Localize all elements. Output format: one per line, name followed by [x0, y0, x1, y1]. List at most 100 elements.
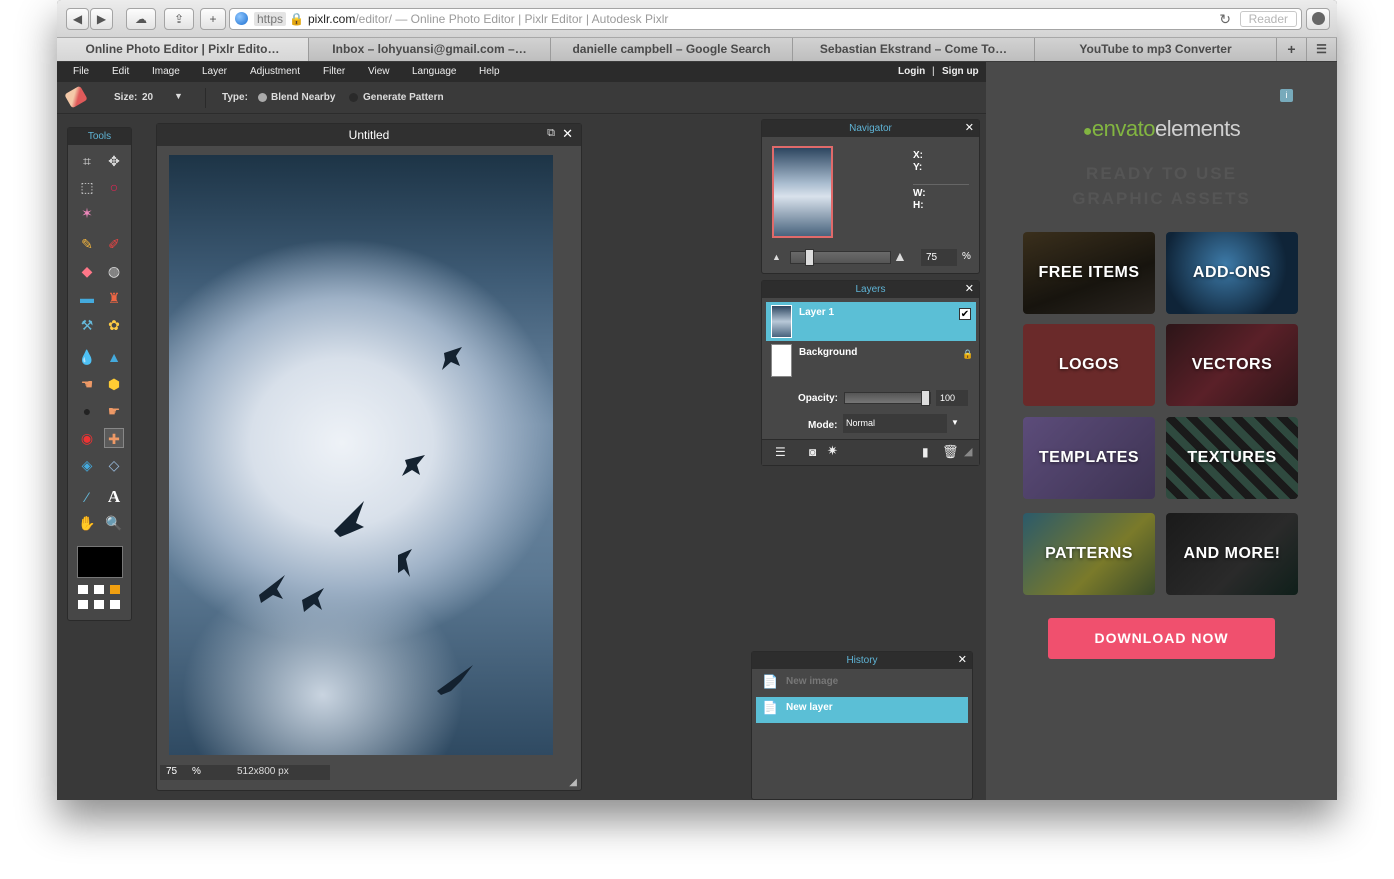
tile-vectors[interactable]: VECTORS: [1166, 324, 1298, 406]
tab-inbox[interactable]: Inbox – lohyuansi@gmail.com –…: [309, 38, 551, 61]
tile-templates[interactable]: TEMPLATES: [1023, 417, 1155, 499]
crop-tool-icon[interactable]: ⌗: [77, 151, 97, 171]
bloat-tool-icon[interactable]: ◈: [77, 455, 97, 475]
tab-pixlr[interactable]: Online Photo Editor | Pixlr Edito…: [57, 38, 309, 61]
background-layer-name[interactable]: Background: [799, 347, 857, 358]
spot-heal-tool-icon[interactable]: ✚: [104, 428, 124, 448]
layer-settings-icon[interactable]: ☰: [775, 445, 786, 459]
history-close-icon[interactable]: ✕: [958, 654, 967, 666]
red-eye-tool-icon[interactable]: ◉: [77, 428, 97, 448]
generate-pattern-radio[interactable]: [349, 93, 358, 102]
new-tab-button[interactable]: +: [200, 8, 226, 30]
layer-row-layer-1[interactable]: [766, 302, 976, 341]
swatch-white-5[interactable]: [110, 600, 120, 609]
zoom-out-icon[interactable]: ▲: [772, 252, 781, 262]
brush-tool-icon[interactable]: ✐: [104, 234, 124, 254]
tab-overview-icon[interactable]: ☰: [1307, 38, 1337, 61]
nav-zoom-input[interactable]: 75: [921, 249, 957, 266]
burn-tool-icon[interactable]: ☛: [104, 401, 124, 421]
new-layer-icon[interactable]: ▮: [922, 445, 929, 459]
mode-dropdown-icon[interactable]: ▼: [951, 418, 959, 427]
wand-tool-icon[interactable]: ✶: [77, 203, 97, 223]
delete-layer-icon[interactable]: 🗑: [942, 444, 959, 460]
swatch-white-2[interactable]: [94, 585, 104, 594]
ad-info-icon[interactable]: i: [1280, 89, 1293, 102]
color-swatch[interactable]: [77, 546, 123, 578]
layer-mask-icon[interactable]: ◙: [809, 445, 816, 459]
history-item-new-image[interactable]: New image: [786, 676, 838, 687]
background-thumbnail[interactable]: [771, 344, 792, 377]
zoom-in-icon[interactable]: ▲: [893, 248, 907, 264]
sponge-tool-icon[interactable]: ⬢: [104, 374, 124, 394]
tile-patterns[interactable]: PATTERNS: [1023, 513, 1155, 595]
tile-textures[interactable]: TEXTURES: [1166, 417, 1298, 499]
menu-filter[interactable]: Filter: [323, 66, 345, 77]
pencil-tool-icon[interactable]: ✎: [77, 234, 97, 254]
tab-sebastian[interactable]: Sebastian Ekstrand – Come To…: [793, 38, 1035, 61]
nav-zoom-thumb[interactable]: [805, 249, 814, 266]
color-picker-tool-icon[interactable]: ⁄: [77, 487, 97, 507]
back-button[interactable]: ◀: [66, 8, 89, 30]
address-bar[interactable]: https 🔒 pixlr.com/editor/ — Online Photo E…: [229, 8, 1302, 30]
layers-close-icon[interactable]: ✕: [965, 283, 974, 295]
swatch-white-1[interactable]: [78, 585, 88, 594]
signup-link[interactable]: Sign up: [942, 66, 979, 77]
menu-file[interactable]: File: [73, 66, 89, 77]
opacity-slider[interactable]: [844, 392, 931, 404]
tile-logos[interactable]: LOGOS: [1023, 324, 1155, 406]
zoom-value[interactable]: 75: [166, 766, 177, 777]
menu-view[interactable]: View: [368, 66, 390, 77]
navigator-close-icon[interactable]: ✕: [965, 122, 974, 134]
menu-edit[interactable]: Edit: [112, 66, 129, 77]
login-link[interactable]: Login: [898, 66, 925, 77]
canvas-image[interactable]: [169, 155, 553, 755]
menu-language[interactable]: Language: [412, 66, 457, 77]
envato-logo[interactable]: ●envatoelements: [986, 116, 1337, 142]
resize-handle-icon[interactable]: ◢: [569, 777, 577, 788]
drawing-tool-icon[interactable]: ✿: [104, 315, 124, 335]
lasso-tool-icon[interactable]: ○: [104, 177, 124, 197]
blur-tool-icon[interactable]: 💧: [77, 347, 97, 367]
reload-icon[interactable]: ↻: [1219, 9, 1231, 29]
add-tab-icon[interactable]: +: [1277, 38, 1307, 61]
gradient-tool-icon[interactable]: ▬: [77, 288, 97, 308]
pinch-tool-icon[interactable]: ◇: [104, 455, 124, 475]
zoom-tool-icon[interactable]: 🔍: [104, 513, 124, 533]
size-value[interactable]: 20: [142, 92, 153, 103]
type-tool-icon[interactable]: A: [104, 487, 124, 507]
color-replace-tool-icon[interactable]: ⚒: [77, 315, 97, 335]
swatch-white-4[interactable]: [94, 600, 104, 609]
reader-button[interactable]: Reader: [1239, 11, 1297, 27]
size-dropdown-icon[interactable]: ▼: [174, 91, 183, 101]
swatch-orange[interactable]: [110, 585, 120, 594]
tile-add-ons[interactable]: ADD-ONS: [1166, 232, 1298, 314]
smudge-tool-icon[interactable]: ☚: [77, 374, 97, 394]
blend-nearby-radio[interactable]: [258, 93, 267, 102]
layer-styles-icon[interactable]: ✷: [827, 443, 838, 459]
tile-free-items[interactable]: FREE ITEMS: [1023, 232, 1155, 314]
clone-stamp-tool-icon[interactable]: ♜: [104, 288, 124, 308]
menu-image[interactable]: Image: [152, 66, 180, 77]
forward-button[interactable]: ▶: [90, 8, 113, 30]
layer-visibility-checkbox[interactable]: ✔: [959, 308, 971, 320]
eraser-tool-icon[interactable]: ◆: [77, 261, 97, 281]
menu-help[interactable]: Help: [479, 66, 500, 77]
downloads-button[interactable]: [1306, 8, 1330, 30]
menu-layer[interactable]: Layer: [202, 66, 227, 77]
swatch-white-3[interactable]: [78, 600, 88, 609]
navigator-thumbnail[interactable]: [772, 146, 833, 238]
opacity-input[interactable]: 100: [936, 390, 968, 406]
sharpen-tool-icon[interactable]: ▲: [104, 347, 124, 367]
mode-select[interactable]: Normal: [843, 414, 947, 433]
hand-tool-icon[interactable]: ✋: [77, 513, 97, 533]
move-tool-icon[interactable]: ✥: [104, 151, 124, 171]
download-now-button[interactable]: DOWNLOAD NOW: [1048, 618, 1275, 659]
icloud-tabs-button[interactable]: ☁: [126, 8, 156, 30]
tab-google-search[interactable]: danielle campbell – Google Search: [551, 38, 793, 61]
layers-resize-icon[interactable]: ◢: [964, 445, 972, 458]
close-icon[interactable]: ✕: [562, 126, 573, 142]
maximize-icon[interactable]: ⧉: [547, 127, 555, 140]
history-item-new-layer[interactable]: New layer: [786, 702, 833, 713]
tile-and-more[interactable]: AND MORE!: [1166, 513, 1298, 595]
menu-adjustment[interactable]: Adjustment: [250, 66, 300, 77]
